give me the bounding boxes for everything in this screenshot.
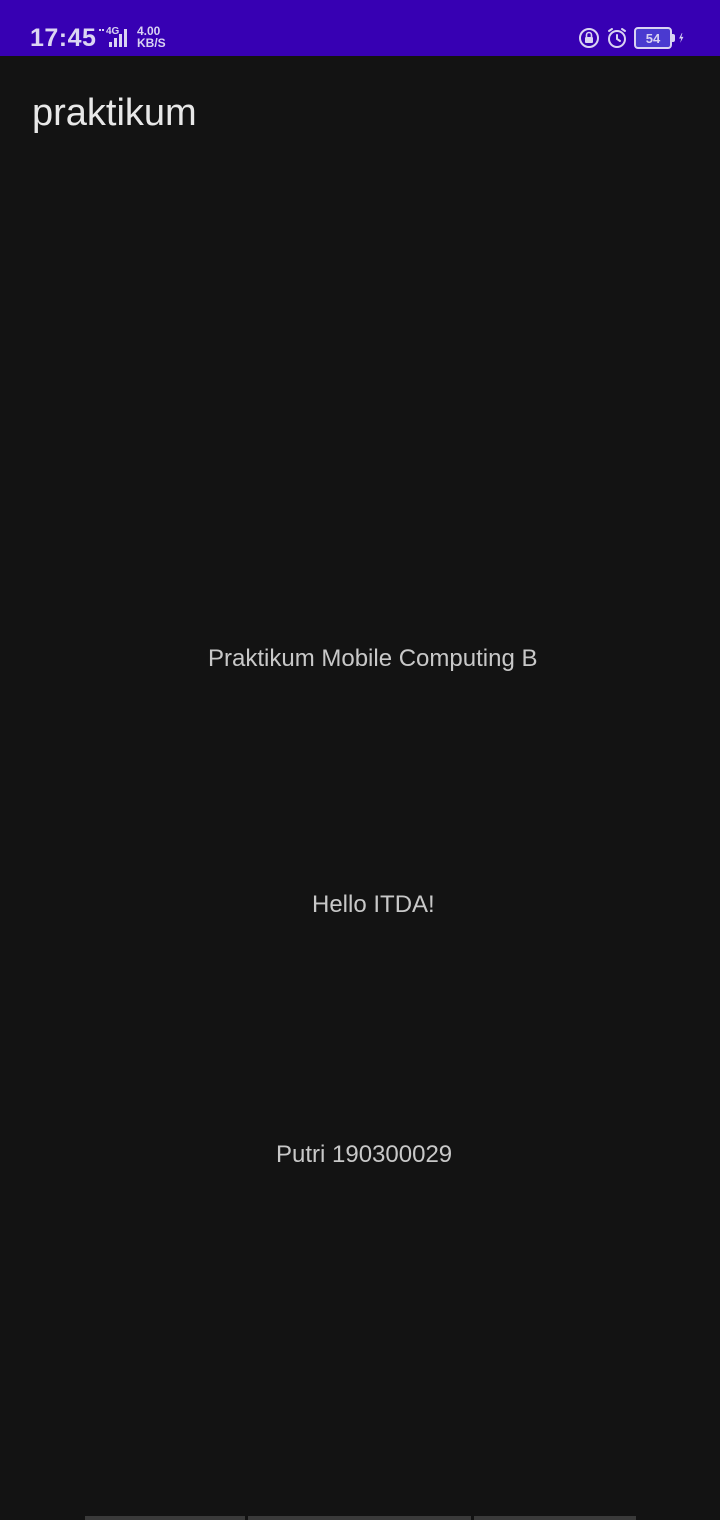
- network-speed: 4.00 KB/S: [137, 25, 166, 49]
- network-type-label: 4G: [106, 26, 120, 37]
- status-time: 17:45: [30, 24, 97, 52]
- alarm-icon: [608, 28, 626, 48]
- nav-recents-gesture-bar[interactable]: [474, 1516, 636, 1520]
- battery-icon: 54: [634, 27, 675, 49]
- text-greeting: Hello ITDA!: [312, 891, 435, 918]
- charging-icon: [679, 33, 684, 43]
- text-student-id: Putri 190300029: [276, 1141, 453, 1168]
- nav-back-gesture-bar[interactable]: [85, 1516, 245, 1520]
- text-course-title: Praktikum Mobile Computing B: [208, 645, 538, 672]
- app-bar-title: praktikum: [32, 92, 197, 134]
- battery-level: 54: [645, 30, 661, 46]
- network-speed-unit: KB/S: [137, 36, 166, 50]
- status-bar: 17:45 4G 4.00 KB/S 54: [0, 0, 720, 56]
- status-icons-right: 54: [578, 26, 690, 50]
- battery-tip: [672, 34, 675, 42]
- app-screen: 17:45 4G 4.00 KB/S 54 praktikum Praktiku…: [0, 0, 720, 1520]
- nav-home-gesture-bar[interactable]: [248, 1516, 471, 1520]
- rotation-lock-icon: [579, 28, 599, 48]
